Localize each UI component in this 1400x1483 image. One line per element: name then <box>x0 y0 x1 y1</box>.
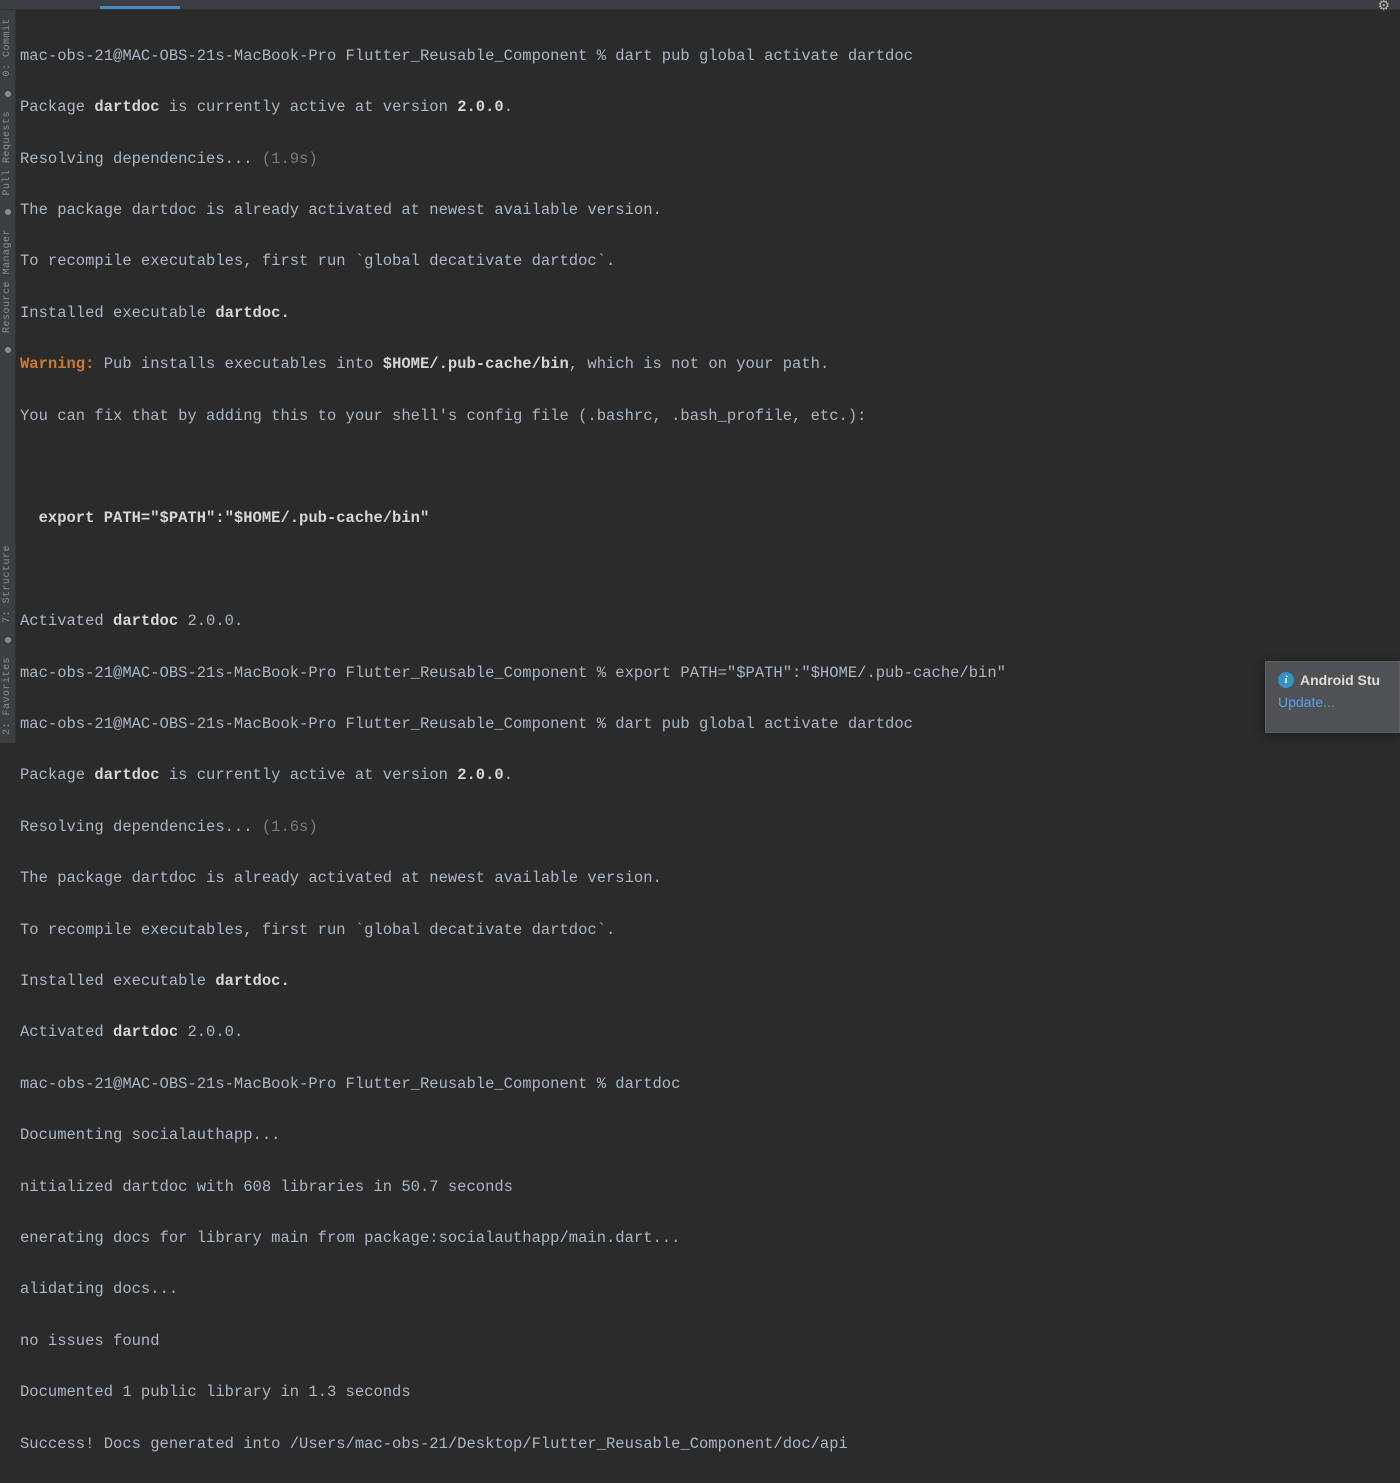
terminal-line: Installed executable dartdoc. <box>20 301 1400 327</box>
tool-commit[interactable]: 0: Commit <box>2 18 13 77</box>
info-icon: i <box>1278 672 1294 688</box>
terminal-line: no issues found <box>20 1329 1400 1355</box>
terminal-line: mac-obs-21@MAC-OBS-21s-MacBook-Pro Flutt… <box>20 661 1400 687</box>
terminal-line: enerating docs for library main from pac… <box>20 1226 1400 1252</box>
terminal-line: To recompile executables, first run `glo… <box>20 918 1400 944</box>
tool-structure[interactable]: 7: Structure <box>2 545 13 623</box>
notification-title-text: Android Stu <box>1300 672 1380 688</box>
dot-icon <box>5 209 11 215</box>
dot-icon <box>5 347 11 353</box>
terminal-line: mac-obs-21@MAC-OBS-21s-MacBook-Pro Flutt… <box>20 1072 1400 1098</box>
terminal-line: Resolving dependencies... (1.6s) <box>20 815 1400 841</box>
tool-favorites[interactable]: 2: Favorites <box>2 657 13 735</box>
terminal-line <box>20 558 1400 584</box>
terminal-output[interactable]: mac-obs-21@MAC-OBS-21s-MacBook-Pro Flutt… <box>20 18 1400 743</box>
gear-icon[interactable]: ⚙ <box>1377 0 1390 15</box>
left-tool-strip: 0: Commit Pull Requests Resource Manager… <box>0 10 16 743</box>
terminal-line: The package dartdoc is already activated… <box>20 866 1400 892</box>
terminal-line: mac-obs-21@MAC-OBS-21s-MacBook-Pro Flutt… <box>20 44 1400 70</box>
notification-popup[interactable]: i Android Stu Update... <box>1265 661 1400 733</box>
terminal-line: Installed executable dartdoc. <box>20 969 1400 995</box>
terminal-line: Package dartdoc is currently active at v… <box>20 95 1400 121</box>
terminal-line: Resolving dependencies... (1.9s) <box>20 147 1400 173</box>
terminal-line: Package dartdoc is currently active at v… <box>20 763 1400 789</box>
tab-underline-active <box>100 6 180 9</box>
terminal-line: Success! Docs generated into /Users/mac-… <box>20 1432 1400 1458</box>
dot-icon <box>5 91 11 97</box>
terminal-line: Activated dartdoc 2.0.0. <box>20 609 1400 635</box>
terminal-line: Activated dartdoc 2.0.0. <box>20 1020 1400 1046</box>
terminal-line: You can fix that by adding this to your … <box>20 404 1400 430</box>
terminal-line: Documenting socialauthapp... <box>20 1123 1400 1149</box>
terminal-line: mac-obs-21@MAC-OBS-21s-MacBook-Pro Flutt… <box>20 712 1400 738</box>
terminal-line: The package dartdoc is already activated… <box>20 198 1400 224</box>
terminal-tab-bar[interactable]: ⚙ <box>0 0 1400 10</box>
terminal-line: Warning: Pub installs executables into $… <box>20 352 1400 378</box>
tool-pull-requests[interactable]: Pull Requests <box>2 111 13 196</box>
terminal-line: Documented 1 public library in 1.3 secon… <box>20 1380 1400 1406</box>
terminal-line: export PATH="$PATH":"$HOME/.pub-cache/bi… <box>20 506 1400 532</box>
terminal-line: alidating docs... <box>20 1277 1400 1303</box>
tool-resource-manager[interactable]: Resource Manager <box>2 229 13 333</box>
terminal-line: To recompile executables, first run `glo… <box>20 249 1400 275</box>
notification-update-link[interactable]: Update... <box>1278 694 1387 710</box>
terminal-line: nitialized dartdoc with 608 libraries in… <box>20 1175 1400 1201</box>
dot-icon <box>5 637 11 643</box>
notification-title: i Android Stu <box>1278 672 1387 688</box>
terminal-line <box>20 455 1400 481</box>
